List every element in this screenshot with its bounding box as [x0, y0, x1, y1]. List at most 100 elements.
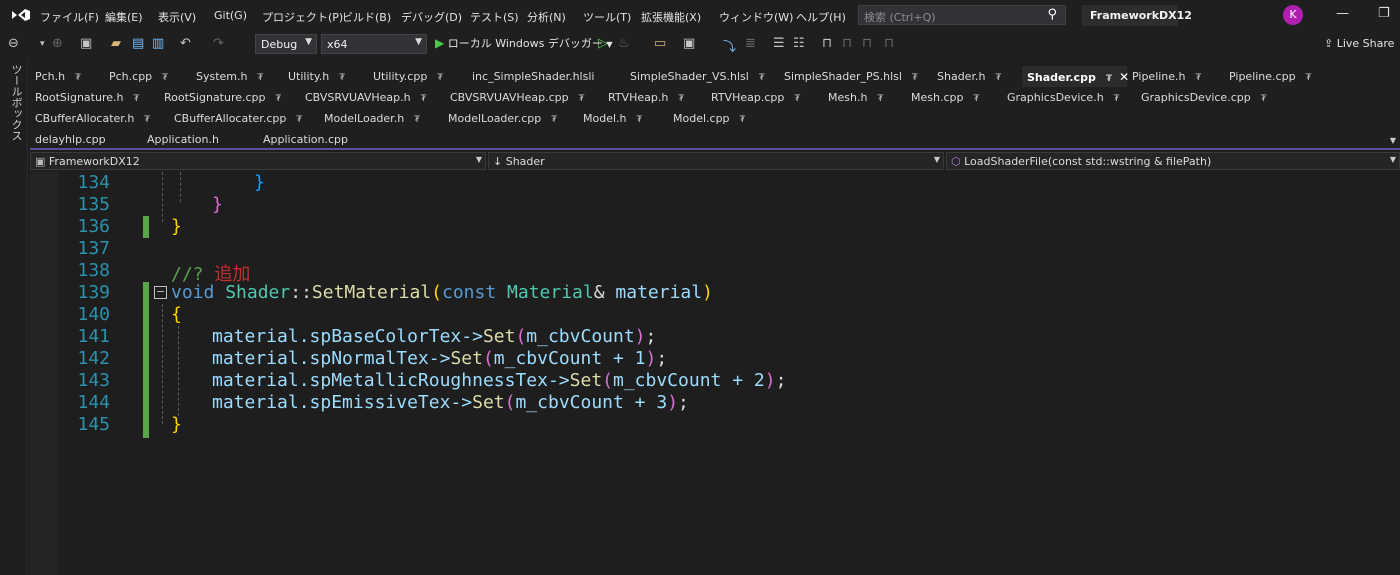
comment-out-icon[interactable]: ☰ — [773, 36, 785, 51]
dropdown-arrow-icon[interactable]: ▾ — [40, 39, 45, 49]
menu-analyze[interactable]: 分析(N) — [527, 9, 566, 25]
menu-test[interactable]: テスト(S) — [470, 9, 519, 25]
menu-tools[interactable]: ツール(T) — [583, 9, 631, 25]
menu-debug[interactable]: デバッグ(D) — [401, 9, 462, 25]
pin-icon[interactable]: ₮ — [973, 94, 979, 104]
tab-graphicsdevice-cpp[interactable]: GraphicsDevice.cpp ₮ — [1136, 87, 1266, 108]
tab-model-h[interactable]: Model.h ₮ — [578, 108, 642, 129]
tab-simpleshader-vs[interactable]: SimpleShader_VS.hlsl ₮ — [625, 66, 765, 87]
menu-window[interactable]: ウィンドウ(W) — [719, 9, 793, 25]
tab-pipeline-cpp[interactable]: Pipeline.cpp ₮ — [1224, 66, 1311, 87]
redo-icon[interactable]: ↷ — [213, 36, 224, 51]
search-box[interactable]: 検索 (Ctrl+Q) ⚲ — [858, 5, 1066, 25]
pin-icon[interactable]: ₮ — [75, 73, 81, 83]
glyph-margin[interactable] — [30, 172, 58, 575]
collapse-toggle-icon[interactable]: − — [154, 286, 167, 299]
pin-icon[interactable]: ₮ — [759, 73, 765, 83]
tab-mesh-h[interactable]: Mesh.h ₮ — [823, 87, 883, 108]
tab-simpleshader-ps[interactable]: SimpleShader_PS.hlsl ₮ — [779, 66, 918, 87]
toolbox-tab[interactable]: ツールボックス — [8, 64, 24, 141]
tab-modelloader-cpp[interactable]: ModelLoader.cpp ₮ — [443, 108, 557, 129]
pin-icon[interactable]: ₮ — [133, 94, 139, 104]
format-icon[interactable]: ≣ — [745, 36, 756, 51]
configuration-select[interactable]: Debug ▼ — [255, 34, 317, 54]
uncomment-icon[interactable]: ☷ — [793, 36, 805, 51]
pin-icon[interactable]: ₮ — [912, 73, 918, 83]
tab-utility-h[interactable]: Utility.h ₮ — [283, 66, 345, 87]
tab-cbvsrvuavheap-h[interactable]: CBVSRVUAVHeap.h ₮ — [300, 87, 426, 108]
menu-extensions[interactable]: 拡張機能(X) — [641, 9, 701, 25]
pin-icon[interactable]: ₮ — [144, 115, 150, 125]
tab-rootsignature-cpp[interactable]: RootSignature.cpp ₮ — [159, 87, 281, 108]
tab-cbufferallocater-cpp[interactable]: CBufferAllocater.cpp ₮ — [169, 108, 302, 129]
tab-pch-cpp[interactable]: Pch.cpp ₮ — [104, 66, 168, 87]
project-dropdown[interactable]: ▣ FrameworkDX12 ▼ — [30, 152, 486, 170]
new-project-icon[interactable]: ▣ — [80, 36, 92, 51]
save-all-icon[interactable]: ▥ — [152, 36, 164, 51]
pin-icon[interactable]: ₮ — [740, 115, 746, 125]
tab-mesh-cpp[interactable]: Mesh.cpp ₮ — [906, 87, 979, 108]
tab-shader-h[interactable]: Shader.h ₮ — [932, 66, 1001, 87]
menu-file[interactable]: ファイル(F) — [40, 9, 99, 25]
live-share-button[interactable]: ⇪ Live Share — [1324, 37, 1394, 50]
undo-icon[interactable]: ↶ — [180, 36, 191, 51]
tab-application-h[interactable]: Application.h — [142, 129, 219, 150]
user-avatar[interactable]: K — [1283, 5, 1303, 25]
pin-icon[interactable]: ₮ — [1261, 94, 1267, 104]
next-bookmark-icon[interactable]: ⊓ — [862, 36, 872, 51]
tab-graphicsdevice-h[interactable]: GraphicsDevice.h ₮ — [1002, 87, 1119, 108]
pin-icon[interactable]: ₮ — [579, 94, 585, 104]
back-icon[interactable]: ⊖ — [8, 36, 19, 51]
pin-icon[interactable]: ₮ — [551, 115, 557, 125]
tab-delayhlp-cpp[interactable]: delayhlp.cpp — [30, 129, 106, 150]
restore-icon[interactable]: ❐ — [1378, 6, 1390, 21]
tab-inc-simpleshader[interactable]: inc_SimpleShader.hlsli — [467, 66, 594, 87]
tab-shader-cpp[interactable]: Shader.cpp ₮ ✕ — [1022, 66, 1129, 87]
menu-view[interactable]: 表示(V) — [158, 9, 196, 25]
pin-icon[interactable]: ₮ — [678, 94, 684, 104]
step-icon[interactable]: ⤵ — [723, 36, 736, 55]
pin-icon[interactable]: ₮ — [877, 94, 883, 104]
browse-icon[interactable]: ▭ — [654, 36, 666, 51]
menu-git[interactable]: Git(G) — [214, 9, 247, 22]
tab-application-cpp[interactable]: Application.cpp — [258, 129, 348, 150]
start-debugging-button[interactable]: ▶ ローカル Windows デバッガー ▼ — [435, 35, 613, 51]
bookmark-icon[interactable]: ⊓ — [822, 36, 832, 51]
tab-model-cpp[interactable]: Model.cpp ₮ — [668, 108, 745, 129]
pin-icon[interactable]: ₮ — [1114, 94, 1120, 104]
platform-select[interactable]: x64 ▼ — [321, 34, 427, 54]
pin-icon[interactable]: ₮ — [794, 94, 800, 104]
tab-pch-h[interactable]: Pch.h ₮ — [30, 66, 81, 87]
pin-icon[interactable]: ₮ — [296, 115, 302, 125]
pin-icon[interactable]: ₮ — [258, 73, 264, 83]
scope-dropdown[interactable]: ↓ Shader ▼ — [488, 152, 944, 170]
menu-help[interactable]: ヘルプ(H) — [796, 9, 846, 25]
minimize-icon[interactable]: — — [1336, 6, 1349, 21]
forward-icon[interactable]: ⊕ — [52, 36, 63, 51]
tab-rtvheap-h[interactable]: RTVHeap.h ₮ — [603, 87, 684, 108]
pin-icon[interactable]: ₮ — [162, 73, 168, 83]
open-folder-icon[interactable]: ▰ — [111, 36, 121, 51]
tab-utility-cpp[interactable]: Utility.cpp ₮ — [368, 66, 443, 87]
pin-icon[interactable]: ₮ — [1306, 73, 1312, 83]
save-icon[interactable]: ▤ — [132, 36, 144, 51]
pin-icon[interactable]: ₮ — [637, 115, 643, 125]
tab-cbufferallocater-h[interactable]: CBufferAllocater.h ₮ — [30, 108, 150, 129]
tab-pipeline-h[interactable]: Pipeline.h ₮ — [1127, 66, 1201, 87]
tab-modelloader-h[interactable]: ModelLoader.h ₮ — [319, 108, 420, 129]
tab-rootsignature-h[interactable]: RootSignature.h ₮ — [30, 87, 139, 108]
prev-bookmark-icon[interactable]: ⊓ — [842, 36, 852, 51]
tab-rtvheap-cpp[interactable]: RTVHeap.cpp ₮ — [706, 87, 800, 108]
hot-reload-icon[interactable]: ♨ — [618, 36, 630, 51]
pin-icon[interactable]: ₮ — [1196, 73, 1202, 83]
tab-cbvsrvuavheap-cpp[interactable]: CBVSRVUAVHeap.cpp ₮ — [445, 87, 584, 108]
pin-icon[interactable]: ₮ — [421, 94, 427, 104]
menu-edit[interactable]: 編集(E) — [105, 9, 143, 25]
tab-system-h[interactable]: System.h ₮ — [191, 66, 263, 87]
pin-icon[interactable]: ₮ — [1106, 74, 1112, 84]
pin-icon[interactable]: ₮ — [437, 73, 443, 83]
pin-icon[interactable]: ₮ — [995, 73, 1001, 83]
window-layout-icon[interactable]: ▣ — [683, 36, 695, 51]
pin-icon[interactable]: ₮ — [276, 94, 282, 104]
clear-bookmarks-icon[interactable]: ⊓ — [884, 36, 894, 51]
